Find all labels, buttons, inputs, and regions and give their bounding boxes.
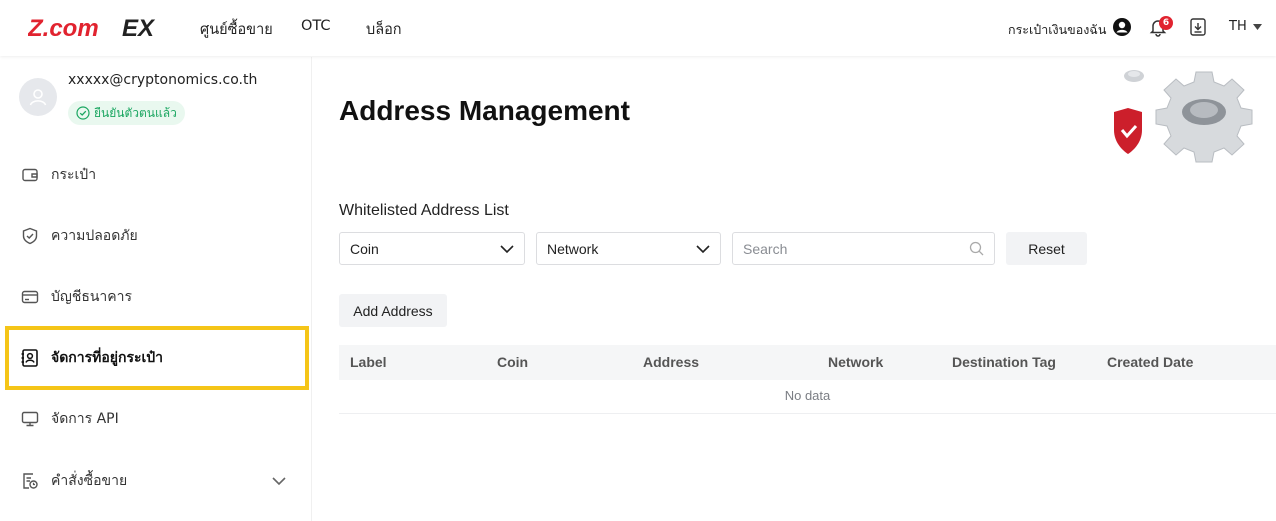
chevron-down-icon: [696, 245, 710, 254]
verified-label: ยืนยันตัวตนแล้ว: [94, 105, 177, 120]
user-icon: [29, 89, 47, 106]
add-address-button[interactable]: Add Address: [339, 294, 447, 327]
empty-table-message: No data: [784, 388, 831, 403]
check-circle-icon: [76, 106, 90, 120]
search-input[interactable]: [733, 233, 953, 264]
wallet-icon: [20, 165, 40, 185]
security-gear-illustration: [1114, 70, 1253, 163]
verified-badge: ยืนยันตัวตนแล้ว: [68, 101, 185, 125]
top-navbar: Z.com EX ศูนย์ซื้อขาย OTC บล็อก กระเป๋าเ…: [0, 0, 1276, 56]
column-header-address: Address: [643, 354, 700, 370]
coin-select[interactable]: Coin: [339, 232, 525, 265]
monitor-icon: [20, 409, 40, 429]
bank-card-icon: [20, 287, 40, 307]
sidebar-item-label: กระเป๋า: [51, 167, 97, 183]
language-label: TH: [1229, 19, 1247, 34]
search-icon[interactable]: [969, 241, 984, 256]
account-icon[interactable]: [1111, 16, 1133, 38]
zcomex-logo[interactable]: Z.com EX: [28, 14, 168, 42]
sidebar-item-api-management[interactable]: จัดการ API: [5, 387, 309, 451]
nav-link-exchange[interactable]: ศูนย์ซื้อขาย: [200, 18, 273, 41]
sidebar-item-label: คำสั่งซื้อขาย: [51, 473, 128, 489]
orders-icon: [20, 471, 40, 491]
language-selector[interactable]: TH: [1229, 19, 1262, 34]
svg-text:Z.com: Z.com: [28, 15, 99, 42]
address-book-icon: [20, 348, 40, 368]
chevron-down-icon[interactable]: [272, 476, 286, 486]
search-box: [732, 232, 995, 265]
sidebar-item-label: จัดการ API: [51, 411, 119, 427]
column-header-created-date: Created Date: [1107, 354, 1194, 370]
sidebar-item-label: จัดการที่อยู่กระเป๋า: [51, 350, 164, 366]
notification-badge: 6: [1159, 16, 1173, 30]
download-app-icon[interactable]: [1187, 16, 1209, 38]
sidebar-item-label: ความปลอดภัย: [51, 228, 138, 244]
network-select-value: Network: [547, 240, 599, 257]
user-email: xxxxx@cryptonomics.co.th: [68, 72, 258, 88]
column-header-label: Label: [350, 354, 387, 370]
account-sidebar: xxxxx@cryptonomics.co.th ยืนยันตัวตนแล้ว…: [0, 57, 312, 521]
sidebar-item-label: บัญชีธนาคาร: [51, 289, 133, 305]
sidebar-item-bank-account[interactable]: บัญชีธนาคาร: [5, 265, 309, 329]
network-select[interactable]: Network: [536, 232, 721, 265]
nav-link-blog[interactable]: บล็อก: [366, 18, 402, 41]
caret-down-icon: [1252, 23, 1262, 30]
sidebar-item-address-management[interactable]: จัดการที่อยู่กระเป๋า: [5, 326, 309, 390]
avatar[interactable]: [19, 78, 57, 116]
address-table-header: Label Coin Address Network Destination T…: [339, 345, 1276, 380]
shield-icon: [20, 226, 40, 246]
sidebar-item-wallet[interactable]: กระเป๋า: [5, 143, 309, 207]
coin-select-value: Coin: [350, 240, 379, 257]
column-header-coin: Coin: [497, 354, 529, 370]
reset-button[interactable]: Reset: [1006, 232, 1087, 265]
whitelist-section-title: Whitelisted Address List: [339, 202, 509, 219]
chevron-down-icon: [500, 245, 514, 254]
column-header-destination-tag: Destination Tag: [952, 354, 1056, 370]
address-table-body: No data: [339, 380, 1276, 414]
svg-text:EX: EX: [122, 15, 156, 42]
column-header-network: Network: [828, 354, 884, 370]
sidebar-item-orders[interactable]: คำสั่งซื้อขาย: [5, 449, 309, 513]
my-wallet-link[interactable]: กระเป๋าเงินของฉัน: [1008, 20, 1106, 40]
sidebar-item-security[interactable]: ความปลอดภัย: [5, 204, 309, 268]
page-title: Address Management: [339, 95, 630, 126]
nav-link-otc[interactable]: OTC: [301, 18, 331, 34]
